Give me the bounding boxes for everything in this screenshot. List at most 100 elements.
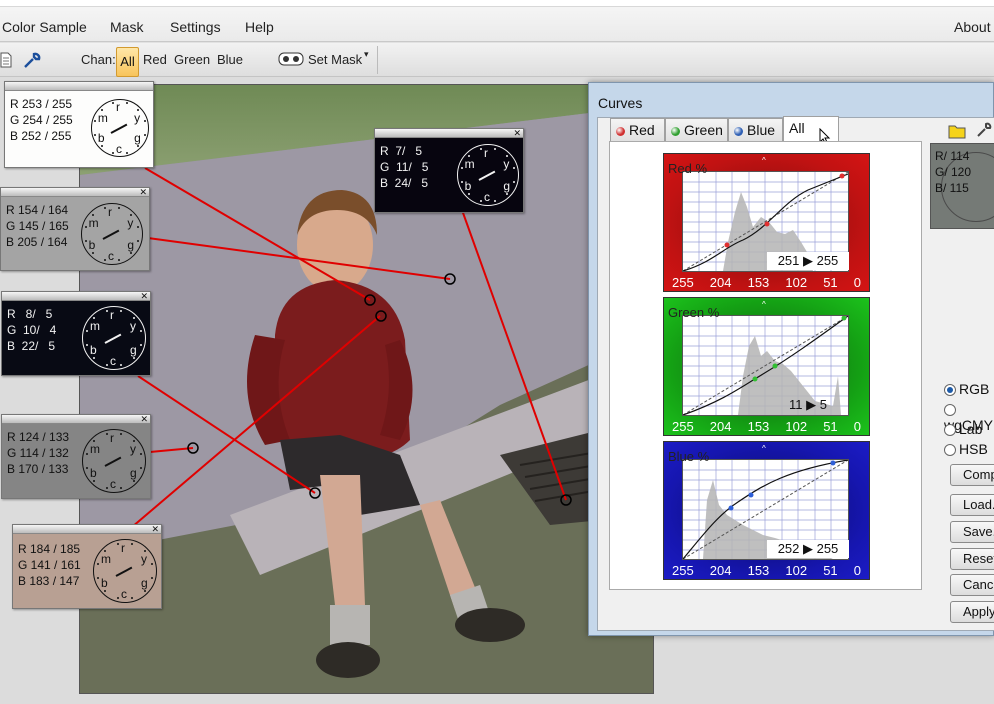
channel-label: Chan:: [81, 52, 116, 67]
tick-label: 51: [823, 275, 838, 290]
tick-label: 255: [672, 419, 694, 434]
channel-green-button[interactable]: Green: [174, 52, 210, 67]
blue-axis-ticks: 255 204 153 102 51 0: [672, 563, 861, 578]
sampler-panel-1[interactable]: R 253 / 255 G 254 / 255 B 252 / 255 rygc…: [4, 81, 154, 168]
dial-tick: [116, 597, 119, 600]
sampler-blue-readout: B 205 / 164: [6, 235, 68, 249]
page-icon[interactable]: [0, 52, 12, 68]
radio-label: Lab: [959, 421, 983, 437]
channel-blue-button[interactable]: Blue: [217, 52, 243, 67]
sampler-title-bar[interactable]: ✕: [2, 415, 150, 424]
color-wheel-dial: rygcbm: [91, 535, 159, 607]
sampler-panel-2[interactable]: ✕ R 7/ 5 G 11/ 5 B 24/ 5 rygcbm: [374, 128, 524, 213]
dial-letter: g: [503, 179, 511, 194]
dial-tick: [132, 356, 135, 359]
save-button[interactable]: Save...: [950, 521, 994, 543]
dial-letter: y: [129, 442, 136, 457]
photo-canvas[interactable]: [79, 84, 654, 694]
dial-letter: b: [90, 342, 97, 357]
menu-mask[interactable]: Mask: [110, 19, 143, 35]
apply-button[interactable]: Apply: [950, 601, 994, 623]
dial-tick: [105, 309, 108, 312]
sampler-panel-3[interactable]: ✕ R 154 / 164 G 145 / 165 B 205 / 164 ry…: [0, 187, 150, 271]
wrench-icon[interactable]: [976, 122, 992, 138]
dial-letter: m: [90, 319, 101, 334]
green-axis-ticks: 255 204 153 102 51 0: [672, 419, 861, 434]
wrench-icon[interactable]: [22, 51, 42, 69]
tick-label: 51: [823, 419, 838, 434]
dial-letter: y: [140, 552, 147, 567]
blue-percent-label: Blue %: [668, 449, 710, 464]
dial-tick: [100, 108, 103, 111]
cancel-button[interactable]: Cancel: [950, 574, 994, 596]
tab-blue[interactable]: Blue: [728, 118, 783, 142]
compare-button[interactable]: Compare: [950, 464, 994, 486]
chevron-down-icon[interactable]: ▾: [364, 49, 369, 60]
sampler-title-bar[interactable]: ✕: [1, 188, 149, 197]
red-curve-graph[interactable]: ^ Red % 251 ▶ 255 255 204 153 102 51 0: [663, 153, 870, 292]
channel-red-button[interactable]: Red: [143, 52, 167, 67]
close-icon[interactable]: ✕: [151, 525, 159, 534]
dial-tick: [132, 479, 135, 482]
tab-red[interactable]: Red: [610, 118, 665, 142]
set-mask-button[interactable]: Set Mask: [308, 52, 362, 67]
close-icon[interactable]: ✕: [140, 292, 148, 301]
close-icon[interactable]: ✕: [139, 188, 147, 197]
radio-hsb[interactable]: HSB: [944, 441, 988, 457]
tick-label: 102: [785, 563, 808, 578]
dial-letter: m: [464, 156, 475, 171]
green-curve-graph[interactable]: ^ Green % 11 ▶ 5 255 204 153 102 51 0: [663, 297, 870, 436]
dial-tick: [116, 542, 119, 545]
tab-green[interactable]: Green: [665, 118, 728, 142]
current-blue-value: B/ 115: [935, 181, 969, 195]
dial-tick: [460, 166, 463, 169]
dial-tick: [105, 487, 108, 490]
sampler-panel-5[interactable]: ✕ R 124 / 133 G 114 / 132 B 170 / 133 ry…: [1, 414, 151, 499]
menu-help[interactable]: Help: [245, 19, 274, 35]
toolbar-divider: [377, 46, 385, 74]
tick-label: 255: [672, 275, 694, 290]
dial-tick: [100, 145, 103, 148]
tick-label: 153: [747, 275, 770, 290]
dial-letter: c: [121, 587, 127, 602]
sampler-red-readout: R 154 / 164: [6, 203, 69, 217]
dial-tick: [151, 562, 154, 565]
menu-color-sample[interactable]: Color Sample: [2, 19, 87, 35]
sampler-title-bar[interactable]: ✕: [13, 525, 161, 534]
dial-letter: c: [116, 141, 122, 156]
folder-icon[interactable]: [948, 123, 966, 139]
menu-about[interactable]: About: [954, 19, 991, 35]
sampler-panel-6[interactable]: ✕ R 184 / 185 G 141 / 161 B 183 / 147 ry…: [12, 524, 162, 609]
dial-tick: [125, 151, 128, 154]
dial-tick: [140, 452, 143, 455]
sampler-red-readout: R 7/ 5: [380, 144, 423, 158]
sampler-green-readout: G 145 / 165: [6, 219, 69, 233]
sampler-panel-4[interactable]: ✕ R 8/ 5 G 10/ 4 B 22/ 5 rygcbm: [1, 291, 151, 376]
sampler-green-readout: G 141 / 161: [18, 558, 81, 572]
channel-all-button[interactable]: All: [116, 47, 139, 77]
mask-icon[interactable]: [278, 51, 304, 67]
window-top-strip: [0, 0, 994, 7]
dial-letter: b: [88, 238, 96, 253]
menu-bar: Color Sample Mask Settings Help About: [0, 0, 994, 42]
load-button[interactable]: Load...: [950, 494, 994, 516]
radio-rgb[interactable]: RGB: [944, 381, 989, 397]
close-icon[interactable]: ✕: [140, 415, 148, 424]
color-wheel-dial: rygcbm: [80, 302, 148, 374]
blue-curve-graph[interactable]: ^ Blue % 252 ▶ 255 255 204 153 102 51 0: [663, 441, 870, 580]
dial-tick: [84, 240, 87, 243]
sampler-blue-readout: B 170 / 133: [7, 462, 69, 476]
reset-button[interactable]: Reset: [950, 548, 994, 570]
sampler-title-bar[interactable]: [5, 82, 153, 91]
radio-lab[interactable]: Lab: [944, 421, 982, 437]
close-icon[interactable]: ✕: [513, 129, 521, 138]
sampler-title-bar[interactable]: ✕: [2, 292, 150, 301]
curves-dialog: Curves Red Green Blue All ^ Red % 251 ▶ …: [588, 82, 994, 636]
menu-settings[interactable]: Settings: [170, 19, 221, 35]
dial-tick: [479, 147, 482, 150]
dial-tick: [132, 317, 135, 320]
photo-image: [80, 85, 653, 693]
radio-dot: [944, 444, 956, 456]
sampler-title-bar[interactable]: ✕: [375, 129, 523, 138]
dial-letter: m: [97, 110, 108, 125]
